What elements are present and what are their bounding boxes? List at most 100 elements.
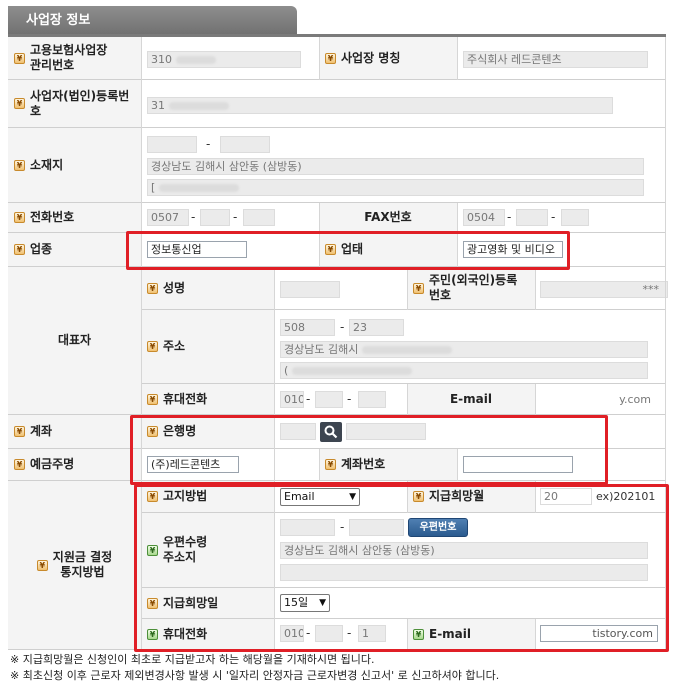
phone-dash2: - bbox=[233, 210, 238, 224]
mobile2-field[interactable] bbox=[315, 625, 343, 642]
rep-address-line2-field[interactable]: ( bbox=[280, 362, 648, 379]
mail-zip1-field[interactable] bbox=[280, 519, 335, 536]
pay-day-select[interactable]: 15일 ▼ bbox=[280, 594, 330, 612]
label-email: ¥ E-mail bbox=[407, 619, 535, 650]
mail-zip-dash: - bbox=[340, 520, 345, 534]
reg-no-field[interactable]: 31 bbox=[147, 97, 613, 114]
mobile-dash1: - bbox=[306, 626, 311, 640]
rep-zip1-field[interactable]: 508 bbox=[280, 319, 335, 336]
rep-mobile-dash1: - bbox=[306, 392, 311, 406]
mobile-dash2: - bbox=[347, 626, 352, 640]
optional-icon: ¥ bbox=[147, 628, 158, 640]
required-icon: ¥ bbox=[36, 559, 48, 571]
phone-dash1: - bbox=[191, 210, 196, 224]
required-icon: ¥ bbox=[413, 491, 424, 502]
phone1-field[interactable]: 0507 bbox=[147, 209, 189, 226]
label-rep-name: ¥ 성명 bbox=[141, 267, 274, 310]
fax3-field[interactable] bbox=[561, 209, 589, 226]
industry-field[interactable]: 정보통신업 bbox=[147, 241, 247, 258]
optional-icon: ¥ bbox=[147, 544, 158, 556]
label-reg-no: ¥ 사업자(법인)등록번 호 bbox=[8, 80, 141, 128]
rep-mobile2-field[interactable] bbox=[315, 391, 343, 408]
phone3-field[interactable] bbox=[243, 209, 275, 226]
rep-mobile3-field[interactable] bbox=[358, 391, 386, 408]
divider bbox=[535, 384, 536, 415]
label-biz-type: ¥ 업태 bbox=[319, 233, 457, 267]
label-pay-month: ¥ 지급희망월 bbox=[407, 481, 535, 513]
mobile1-field[interactable]: 010 bbox=[280, 625, 304, 642]
label-address: ¥ 소재지 bbox=[8, 128, 141, 203]
label-biz-name: ¥ 사업장 명칭 bbox=[319, 37, 457, 80]
account-no-field[interactable] bbox=[463, 456, 573, 473]
mail-address-line2-field[interactable] bbox=[280, 564, 648, 581]
divider bbox=[141, 37, 142, 650]
pay-month-field[interactable]: 20 bbox=[540, 488, 592, 505]
label-account: ¥ 계좌 bbox=[8, 415, 141, 449]
required-icon: ¥ bbox=[147, 597, 158, 609]
fax2-field[interactable] bbox=[516, 209, 548, 226]
required-icon: ¥ bbox=[147, 426, 158, 437]
required-icon: ¥ bbox=[14, 212, 25, 223]
divider bbox=[407, 267, 408, 310]
required-icon: ¥ bbox=[147, 393, 158, 405]
required-icon: ¥ bbox=[147, 282, 158, 294]
bank-search-button[interactable] bbox=[320, 422, 342, 442]
section-title: 사업장 정보 bbox=[8, 6, 297, 36]
divider bbox=[535, 619, 536, 650]
label-notify: ¥ 지원금 결정 통지방법 bbox=[8, 481, 141, 650]
bank-name-field[interactable] bbox=[346, 423, 426, 440]
required-icon: ¥ bbox=[413, 282, 424, 294]
divider bbox=[665, 37, 666, 650]
label-pay-day: ¥ 지급희망일 bbox=[141, 588, 274, 619]
rep-address-line1-field[interactable]: 경상남도 김해시 bbox=[280, 341, 648, 358]
label-rep-email: E-mail bbox=[407, 384, 535, 415]
required-icon: ¥ bbox=[14, 98, 25, 109]
required-icon: ¥ bbox=[14, 459, 25, 470]
rep-mobile-dash2: - bbox=[347, 392, 352, 406]
address-line2-field[interactable]: [ bbox=[147, 179, 644, 196]
label-phone: ¥ 전화번호 bbox=[8, 203, 141, 233]
zip2-field[interactable] bbox=[220, 136, 270, 153]
notice-method-select[interactable]: Email ▼ bbox=[280, 488, 360, 506]
required-icon: ¥ bbox=[147, 491, 158, 502]
label-depositor: ¥ 예금주명 bbox=[8, 449, 141, 481]
zip-dash: - bbox=[206, 137, 211, 151]
divider bbox=[457, 37, 458, 80]
divider bbox=[407, 384, 408, 415]
zip-search-button[interactable]: 우편번호 bbox=[408, 518, 468, 537]
biz-name-field[interactable]: 주식회사 레드콘텐츠 bbox=[463, 51, 648, 68]
required-icon: ¥ bbox=[325, 52, 336, 64]
email-field[interactable]: tistory.com bbox=[540, 625, 658, 642]
divider bbox=[457, 449, 458, 481]
label-notice-method: ¥ 고지방법 bbox=[141, 481, 274, 513]
rep-mobile1-field[interactable]: 010 bbox=[280, 391, 304, 408]
divider bbox=[457, 203, 458, 267]
note-1: ※ 지급희망월은 신청인이 최초로 지급받고자 하는 해당월을 기재하시면 됩니… bbox=[10, 653, 375, 666]
divider bbox=[407, 481, 408, 513]
divider bbox=[319, 203, 320, 267]
required-icon: ¥ bbox=[325, 459, 336, 470]
insurance-no-field[interactable]: 310 bbox=[147, 51, 301, 68]
fax-dash1: - bbox=[507, 210, 512, 224]
rep-id-field[interactable]: *** bbox=[540, 281, 668, 298]
phone2-field[interactable] bbox=[200, 209, 230, 226]
biz-type-field[interactable]: 광고영화 및 비디오 bbox=[463, 241, 563, 258]
divider bbox=[319, 37, 320, 80]
bank-code-field[interactable] bbox=[280, 423, 316, 440]
label-rep-id: ¥ 주민(외국인)등록 번호 bbox=[407, 267, 535, 310]
mobile3-field[interactable]: 1 bbox=[358, 625, 386, 642]
rep-email-field[interactable]: y.com bbox=[540, 391, 656, 408]
depositor-field[interactable]: (주)레드콘텐츠 bbox=[147, 456, 239, 473]
mail-address-line1-field[interactable]: 경상남도 김해시 삼안동 (삼방동) bbox=[280, 542, 648, 559]
fax1-field[interactable]: 0504 bbox=[463, 209, 505, 226]
zip1-field[interactable] bbox=[147, 136, 197, 153]
fax-dash2: - bbox=[551, 210, 556, 224]
chevron-down-icon: ▼ bbox=[319, 598, 326, 608]
address-line1-field[interactable]: 경상남도 김해시 삼안동 (삼방동) bbox=[147, 158, 644, 175]
rep-name-field[interactable] bbox=[280, 281, 340, 298]
label-fax: FAX번호 bbox=[319, 203, 457, 233]
mail-zip2-field[interactable] bbox=[349, 519, 404, 536]
required-icon: ¥ bbox=[14, 244, 25, 255]
rep-zip2-field[interactable]: 23 bbox=[349, 319, 404, 336]
divider bbox=[319, 449, 320, 481]
